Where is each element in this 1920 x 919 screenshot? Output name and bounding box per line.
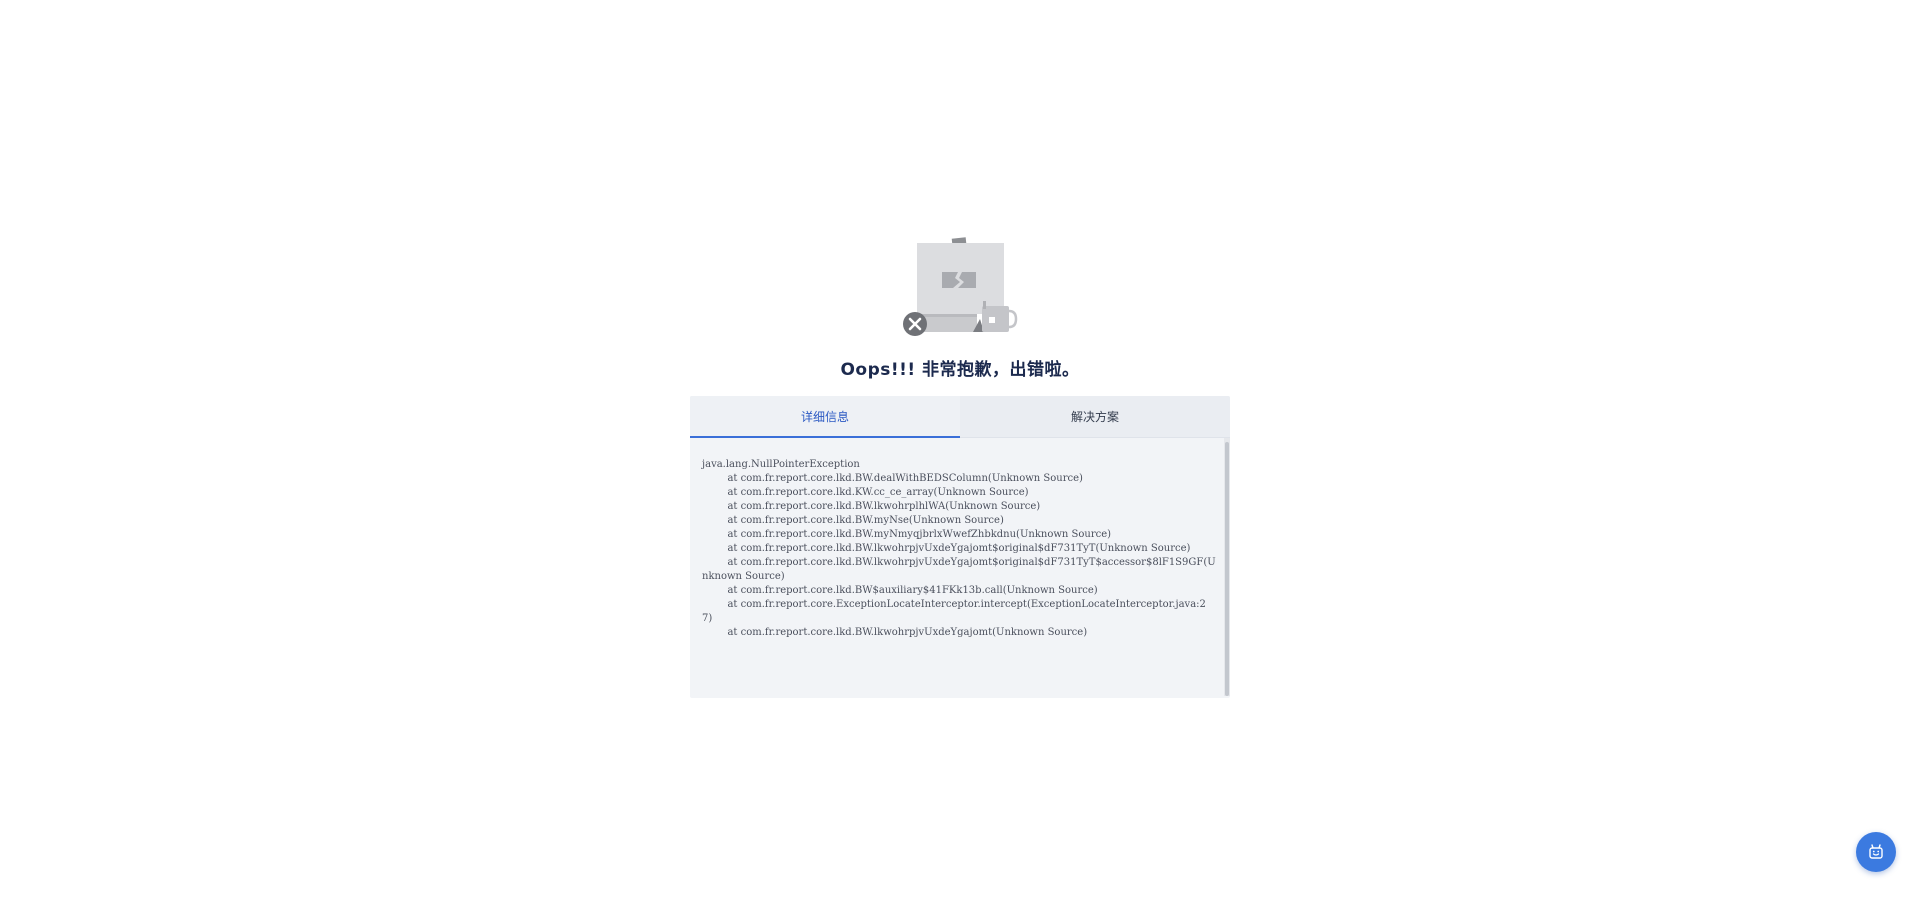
stack-trace: java.lang.NullPointerException at com.fr… bbox=[702, 459, 1216, 638]
error-illustration bbox=[900, 235, 1020, 339]
tab-bar: 详细信息 解决方案 bbox=[690, 396, 1230, 438]
page-title: Oops!!! 非常抱歉，出错啦。 bbox=[840, 360, 1080, 380]
assistant-float-button[interactable] bbox=[1856, 832, 1896, 872]
error-panel: 详细信息 解决方案 java.lang.NullPointerException… bbox=[690, 396, 1230, 698]
detail-scrollbar[interactable] bbox=[1224, 438, 1230, 696]
tab-details[interactable]: 详细信息 bbox=[690, 396, 960, 438]
robot-assistant-icon bbox=[1869, 844, 1883, 859]
error-page: Oops!!! 非常抱歉，出错啦。 详细信息 解决方案 java.lang.Nu… bbox=[0, 0, 1920, 919]
error-detail-content: java.lang.NullPointerException at com.fr… bbox=[690, 438, 1230, 698]
tab-solutions[interactable]: 解决方案 bbox=[960, 396, 1230, 437]
scrollbar-thumb[interactable] bbox=[1225, 442, 1229, 696]
